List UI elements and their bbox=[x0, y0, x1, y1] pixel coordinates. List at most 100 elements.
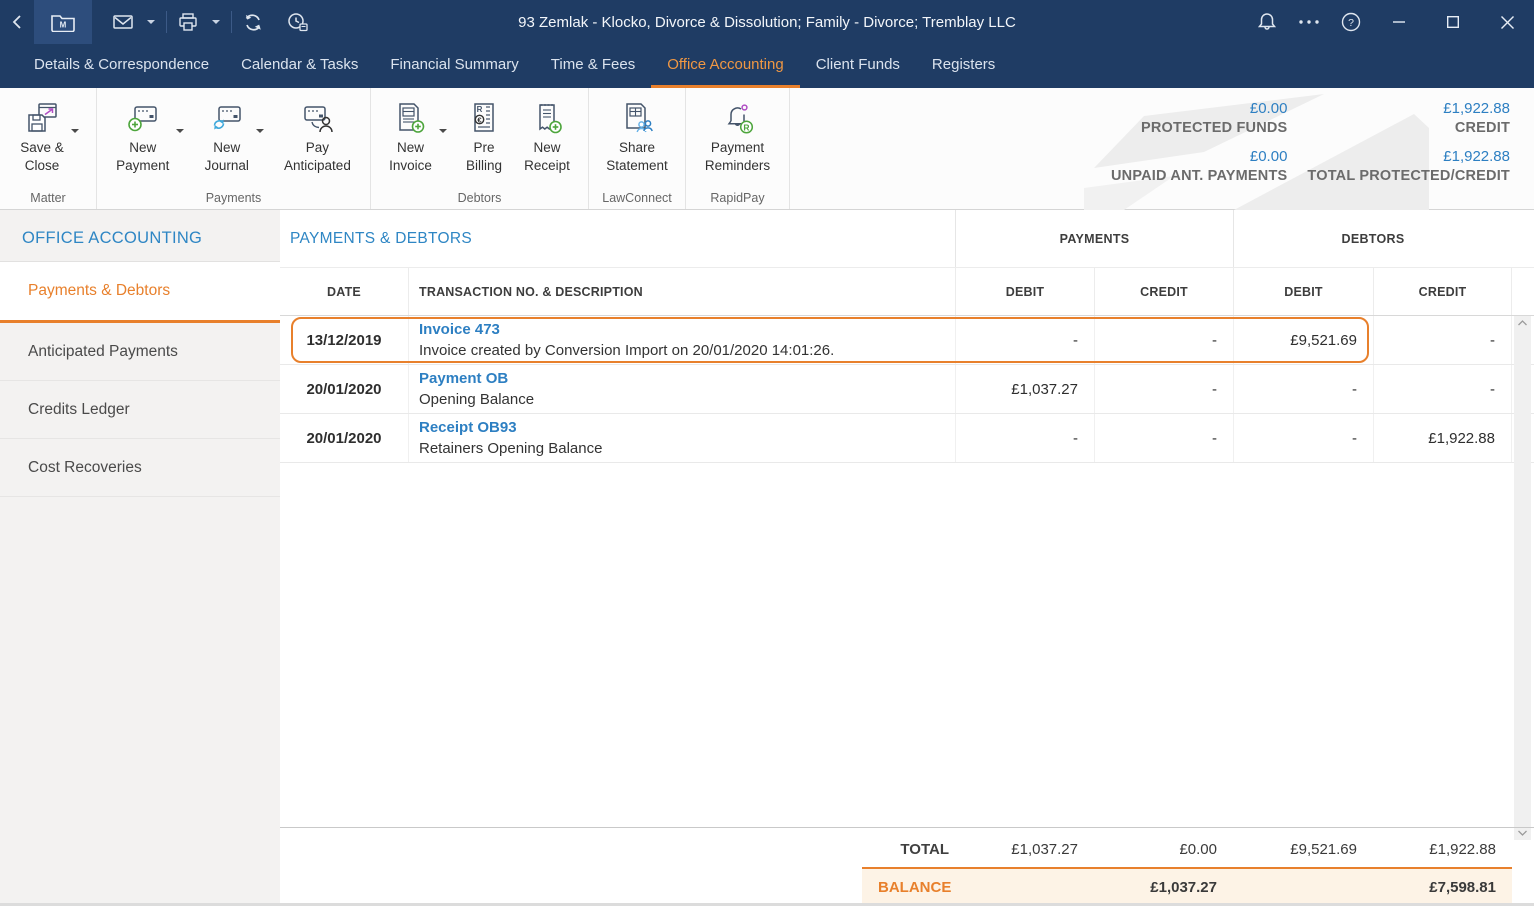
tab-client-funds[interactable]: Client Funds bbox=[800, 44, 916, 88]
minimize-button[interactable] bbox=[1372, 0, 1426, 44]
column-header-debtors-debit[interactable]: DEBIT bbox=[1233, 268, 1373, 315]
save-close-icon bbox=[25, 98, 59, 138]
share-statement-button[interactable]: Share Statement bbox=[602, 98, 672, 174]
transaction-description: Retainers Opening Balance bbox=[419, 438, 955, 459]
pay-anticipated-icon bbox=[300, 98, 334, 138]
credit-summary: £1,922.88 CREDIT bbox=[1307, 100, 1510, 136]
cell-payments-credit: - bbox=[1094, 414, 1233, 462]
balance-debtors-value: £7,598.81 bbox=[1373, 879, 1512, 896]
ribbon-group-matter: Save & Close Matter bbox=[0, 88, 97, 209]
transaction-link[interactable]: Receipt OB93 bbox=[419, 417, 517, 438]
notifications-button[interactable] bbox=[1246, 0, 1288, 44]
unpaid-ant-payments-summary: £0.00 UNPAID ANT. PAYMENTS bbox=[1111, 148, 1287, 184]
tab-details-correspondence[interactable]: Details & Correspondence bbox=[18, 44, 225, 88]
new-journal-label: New Journal bbox=[205, 139, 249, 174]
titlebar-right: ? bbox=[1246, 0, 1534, 44]
transaction-description: Opening Balance bbox=[419, 389, 955, 410]
new-payment-button[interactable]: New Payment bbox=[112, 98, 185, 174]
cell-debtors-debit: - bbox=[1233, 365, 1373, 413]
table-row-invoice-473[interactable]: 13/12/2019 Invoice 473 Invoice created b… bbox=[280, 316, 1534, 365]
new-invoice-dropdown-caret[interactable] bbox=[439, 129, 447, 137]
mail-dropdown[interactable] bbox=[140, 0, 162, 44]
column-header-date[interactable]: DATE bbox=[280, 268, 408, 315]
page-title: PAYMENTS & DEBTORS bbox=[280, 230, 955, 248]
total-label: TOTAL bbox=[862, 841, 955, 858]
new-journal-dropdown-caret[interactable] bbox=[256, 129, 264, 137]
scrollbar-down-icon[interactable] bbox=[1518, 830, 1527, 836]
cell-description: Invoice 473 Invoice created by Conversio… bbox=[408, 316, 955, 364]
payment-reminders-button[interactable]: R Payment Reminders bbox=[701, 98, 774, 174]
more-options-button[interactable] bbox=[1288, 0, 1330, 44]
cell-debtors-credit: £1,922.88 bbox=[1373, 414, 1512, 462]
total-protected-credit-label: TOTAL PROTECTED/CREDIT bbox=[1307, 168, 1510, 184]
balance-payments-value: £1,037.27 bbox=[1094, 879, 1233, 896]
new-invoice-label: New Invoice bbox=[389, 139, 432, 174]
back-icon bbox=[10, 14, 24, 30]
transaction-link[interactable]: Invoice 473 bbox=[419, 319, 500, 340]
cell-payments-credit: - bbox=[1094, 316, 1233, 364]
payment-reminders-label: Payment Reminders bbox=[705, 139, 770, 174]
grid-header-row: DATE TRANSACTION NO. & DESCRIPTION DEBIT… bbox=[280, 267, 1534, 316]
close-button[interactable] bbox=[1480, 0, 1534, 44]
print-button[interactable] bbox=[171, 0, 205, 44]
svg-text:?: ? bbox=[1348, 17, 1354, 29]
credit-value: £1,922.88 bbox=[1307, 100, 1510, 117]
chevron-down-icon bbox=[147, 20, 155, 28]
help-button[interactable]: ? bbox=[1330, 0, 1372, 44]
tab-calendar-tasks[interactable]: Calendar & Tasks bbox=[225, 44, 374, 88]
tab-financial-summary[interactable]: Financial Summary bbox=[374, 44, 534, 88]
scrollbar-up-icon[interactable] bbox=[1518, 320, 1527, 326]
titlebar-tools bbox=[106, 0, 316, 44]
tab-time-fees[interactable]: Time & Fees bbox=[535, 44, 651, 88]
column-header-debtors-credit[interactable]: CREDIT bbox=[1373, 268, 1512, 315]
back-button[interactable] bbox=[0, 0, 34, 44]
tab-registers[interactable]: Registers bbox=[916, 44, 1011, 88]
table-row-receipt-ob93[interactable]: 20/01/2020 Receipt OB93 Retainers Openin… bbox=[280, 414, 1534, 463]
column-header-payments-debit[interactable]: DEBIT bbox=[955, 268, 1094, 315]
column-header-description[interactable]: TRANSACTION NO. & DESCRIPTION bbox=[408, 268, 955, 315]
print-dropdown[interactable] bbox=[205, 0, 227, 44]
column-header-payments-credit[interactable]: CREDIT bbox=[1094, 268, 1233, 315]
new-payment-dropdown-caret[interactable] bbox=[176, 129, 184, 137]
bell-icon bbox=[1258, 12, 1276, 32]
sidebar-item-credits-ledger[interactable]: Credits Ledger bbox=[0, 381, 280, 439]
cell-date: 20/01/2020 bbox=[280, 414, 408, 462]
toolbar-divider bbox=[166, 11, 167, 33]
pre-billing-button[interactable]: R € Pre Billing bbox=[462, 98, 506, 174]
new-payment-icon bbox=[126, 98, 160, 138]
table-row-payment-ob[interactable]: 20/01/2020 Payment OB Opening Balance £1… bbox=[280, 365, 1534, 414]
save-close-dropdown-caret[interactable] bbox=[71, 129, 79, 137]
ellipsis-icon bbox=[1299, 20, 1319, 24]
new-invoice-button[interactable]: New Invoice bbox=[385, 98, 448, 174]
save-close-button[interactable]: Save & Close bbox=[16, 98, 80, 174]
sidebar-item-payments-debtors[interactable]: Payments & Debtors bbox=[0, 262, 280, 323]
cell-payments-debit: - bbox=[955, 316, 1094, 364]
sidebar-item-cost-recoveries[interactable]: Cost Recoveries bbox=[0, 439, 280, 497]
matter-folder-button[interactable]: M bbox=[34, 0, 92, 44]
print-icon bbox=[178, 13, 198, 31]
ribbon-group-payments: New Payment New Journal bbox=[97, 88, 371, 209]
vertical-scrollbar[interactable] bbox=[1514, 316, 1531, 840]
svg-text:M: M bbox=[60, 21, 67, 30]
balance-row: BALANCE £1,037.27 £7,598.81 bbox=[862, 869, 1512, 906]
sidebar-item-anticipated-payments[interactable]: Anticipated Payments bbox=[0, 323, 280, 381]
refresh-button[interactable] bbox=[236, 0, 270, 44]
mail-button[interactable] bbox=[106, 0, 140, 44]
svg-text:R: R bbox=[743, 123, 749, 133]
new-receipt-button[interactable]: New Receipt bbox=[520, 98, 574, 174]
maximize-button[interactable] bbox=[1426, 0, 1480, 44]
new-journal-button[interactable]: New Journal bbox=[201, 98, 265, 174]
pay-anticipated-button[interactable]: Pay Anticipated bbox=[280, 98, 355, 174]
transaction-link[interactable]: Payment OB bbox=[419, 368, 508, 389]
total-debtors-debit: £9,521.69 bbox=[1233, 841, 1373, 858]
time-record-button[interactable] bbox=[280, 0, 316, 44]
tab-office-accounting[interactable]: Office Accounting bbox=[651, 44, 799, 88]
balance-label: BALANCE bbox=[862, 879, 955, 896]
cell-payments-credit: - bbox=[1094, 365, 1233, 413]
protected-funds-summary: £0.00 PROTECTED FUNDS bbox=[1111, 100, 1287, 136]
cell-payments-debit: £1,037.27 bbox=[955, 365, 1094, 413]
app-window: M bbox=[0, 0, 1534, 906]
column-group-payments: PAYMENTS bbox=[955, 210, 1233, 267]
total-protected-credit-summary: £1,922.88 TOTAL PROTECTED/CREDIT bbox=[1307, 148, 1510, 184]
unpaid-ant-payments-label: UNPAID ANT. PAYMENTS bbox=[1111, 168, 1287, 184]
